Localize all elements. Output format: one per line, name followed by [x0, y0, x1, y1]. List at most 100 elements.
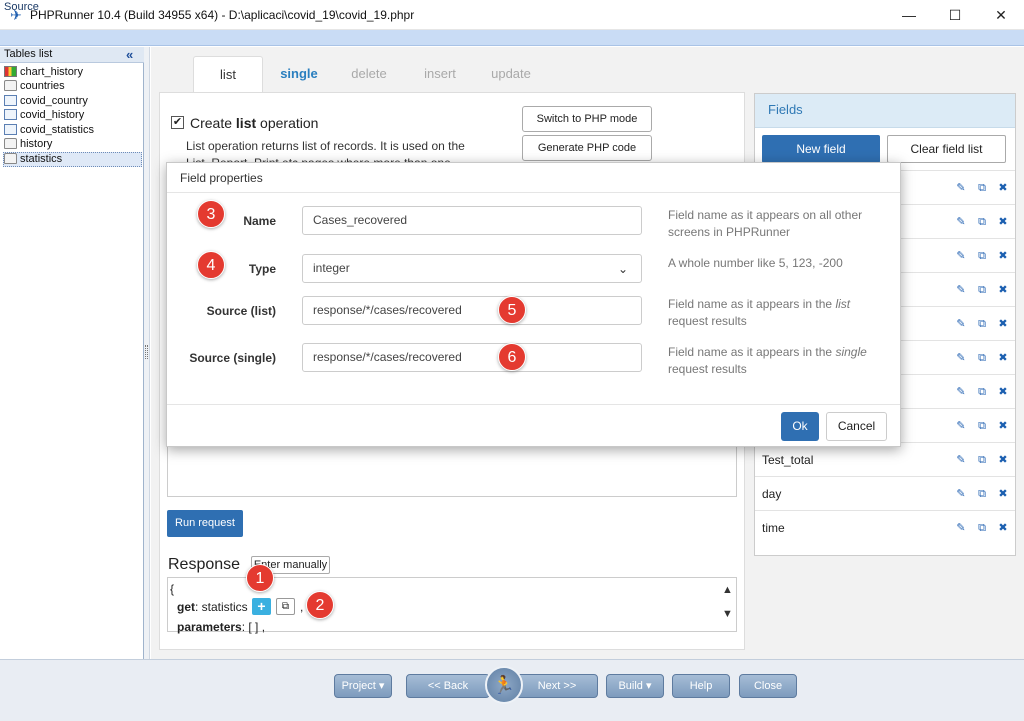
table-item-label: statistics [20, 153, 63, 165]
edit-icon[interactable]: ✎ [955, 454, 967, 466]
edit-icon[interactable]: ✎ [955, 420, 967, 432]
help-text-post: request results [668, 314, 747, 328]
table-item-history[interactable]: history [4, 138, 52, 153]
create-list-checkbox[interactable]: ✔ [171, 116, 184, 129]
copy-icon[interactable]: ⧉ [976, 250, 988, 262]
field-name: Test_total [762, 453, 814, 467]
new-field-button[interactable]: New field [762, 135, 880, 163]
code-get-line: get: statistics [177, 600, 248, 614]
name-input[interactable]: Cases_recovered [302, 206, 642, 235]
copy-icon[interactable]: ⧉ [976, 420, 988, 432]
edit-icon[interactable]: ✎ [955, 386, 967, 398]
collapse-panel-icon[interactable]: « [126, 47, 133, 62]
delete-icon[interactable]: ✖ [997, 352, 1009, 364]
delete-icon[interactable]: ✖ [997, 420, 1009, 432]
project-button[interactable]: Project ▾ [334, 674, 392, 698]
tab-list[interactable]: list [193, 56, 263, 92]
field-name: time [762, 521, 785, 535]
edit-icon[interactable]: ✎ [955, 522, 967, 534]
source-list-help: Field name as it appears in the list req… [668, 296, 893, 330]
table-icon [4, 124, 17, 135]
dialog-header [167, 163, 900, 193]
cancel-button[interactable]: Cancel [826, 412, 887, 441]
table-item-chart-history[interactable]: chart_history [4, 66, 83, 81]
copy-icon[interactable]: ⧉ [976, 386, 988, 398]
maximize-button[interactable]: ☐ [932, 0, 978, 30]
run-request-button[interactable]: Run request [167, 510, 243, 537]
dialog-footer-divider [167, 404, 900, 405]
copy-icon[interactable]: ⧉ [976, 284, 988, 296]
tab-delete[interactable]: delete [338, 56, 400, 92]
table-item-label: covid_country [20, 95, 88, 107]
source-single-help: Field name as it appears in the single r… [668, 344, 893, 378]
close-window-button[interactable]: ✕ [978, 0, 1024, 30]
source-bar [0, 30, 1024, 46]
edit-icon[interactable]: ✎ [955, 250, 967, 262]
edit-icon[interactable]: ✎ [955, 216, 967, 228]
request-textarea[interactable] [167, 445, 737, 497]
copy-icon[interactable]: ⧉ [976, 216, 988, 228]
table-item-statistics[interactable]: statistics [3, 152, 142, 167]
code-parameters-line: parameters: [ ] , [177, 620, 265, 634]
close-button[interactable]: Close [739, 674, 797, 698]
edit-icon[interactable]: ✎ [955, 488, 967, 500]
delete-icon[interactable]: ✖ [997, 386, 1009, 398]
table-item-covid-history[interactable]: covid_history [4, 109, 84, 124]
table-item-covid-statistics[interactable]: covid_statistics [4, 124, 94, 139]
tab-single[interactable]: single [266, 56, 332, 92]
splitter-grip-icon[interactable] [145, 345, 148, 359]
delete-icon[interactable]: ✖ [997, 284, 1009, 296]
edit-icon[interactable]: ✎ [955, 318, 967, 330]
delete-icon[interactable]: ✖ [997, 216, 1009, 228]
source-list-label: Source (list) [206, 304, 276, 318]
table-item-covid-country[interactable]: covid_country [4, 95, 88, 110]
generate-php-code-button[interactable]: Generate PHP code [522, 135, 652, 161]
name-help: Field name as it appears on all other sc… [668, 208, 863, 239]
build-button[interactable]: Build ▾ [606, 674, 664, 698]
switch-to-php-mode-button[interactable]: Switch to PHP mode [522, 106, 652, 132]
delete-icon[interactable]: ✖ [997, 488, 1009, 500]
response-heading: Response [168, 556, 241, 573]
edit-icon[interactable]: ✎ [955, 352, 967, 364]
callout-badge-6: 6 [498, 343, 526, 371]
callout-badge-5: 5 [498, 296, 526, 324]
run-icon[interactable]: 🏃 [485, 666, 523, 704]
tab-update[interactable]: update [480, 56, 542, 92]
table-item-label: covid_history [20, 109, 85, 121]
copy-icon[interactable]: ⧉ [976, 454, 988, 466]
copy-icon[interactable]: ⧉ [976, 488, 988, 500]
callout-badge-4: 4 [197, 251, 225, 279]
clear-field-list-button[interactable]: Clear field list [887, 135, 1006, 163]
ok-button[interactable]: Ok [781, 412, 819, 441]
help-button[interactable]: Help [672, 674, 730, 698]
source-list-input[interactable]: response/*/cases/recovered [302, 296, 642, 325]
scroll-up-icon[interactable]: ▲ [722, 584, 733, 596]
code-params-key: parameters [177, 620, 242, 634]
scroll-down-icon[interactable]: ▼ [722, 608, 733, 620]
delete-icon[interactable]: ✖ [997, 454, 1009, 466]
delete-icon[interactable]: ✖ [997, 522, 1009, 534]
copy-icon[interactable]: ⧉ [976, 352, 988, 364]
table-item-countries[interactable]: countries [4, 80, 65, 95]
copy-icon[interactable]: ⧉ [976, 318, 988, 330]
copy-icon[interactable]: ⧉ [276, 598, 295, 615]
table-item-label: covid_statistics [20, 124, 94, 136]
rest-view-icon [4, 80, 17, 91]
edit-icon[interactable]: ✎ [955, 284, 967, 296]
minimize-button[interactable]: — [886, 0, 932, 30]
add-field-plus-icon[interactable]: + [252, 598, 271, 615]
back-button[interactable]: << Back [406, 674, 490, 698]
delete-icon[interactable]: ✖ [997, 250, 1009, 262]
copy-icon[interactable]: ⧉ [976, 522, 988, 534]
next-button[interactable]: Next >> [516, 674, 598, 698]
help-text-post: request results [668, 362, 747, 376]
edit-icon[interactable]: ✎ [955, 182, 967, 194]
delete-icon[interactable]: ✖ [997, 318, 1009, 330]
copy-icon[interactable]: ⧉ [976, 182, 988, 194]
help-text-em: single [835, 345, 867, 359]
type-select[interactable]: integer [302, 254, 642, 283]
tab-insert[interactable]: insert [406, 56, 474, 92]
chevron-down-icon[interactable]: ⌄ [618, 262, 628, 276]
source-single-input[interactable]: response/*/cases/recovered [302, 343, 642, 372]
delete-icon[interactable]: ✖ [997, 182, 1009, 194]
